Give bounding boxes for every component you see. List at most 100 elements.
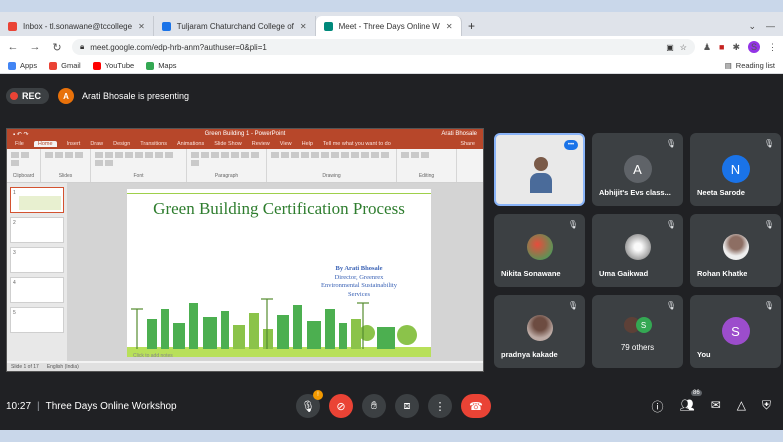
profile-avatar[interactable]: S [748,41,760,53]
star-icon[interactable]: ☆ [680,43,687,52]
participant-tile[interactable]: 🎙︎ pradnya kakade [494,295,585,368]
participant-name: You [697,350,711,359]
present-icon: ⧈ [403,399,411,412]
tab-inbox[interactable]: Inbox - tl.sonawane@tccollege ✕ [0,16,154,36]
slide-thumbnail[interactable]: 2 [10,217,64,243]
avatar: N [721,155,750,183]
bookmark-apps[interactable]: Apps [8,61,37,70]
more-options-button[interactable]: ⋮ [428,394,452,418]
shared-screen: ▪ ↶ ↷ Green Building 1 - PowerPoint Arat… [6,128,484,372]
avatar: A [623,155,652,183]
slide-thumbnail[interactable]: 3 [10,247,64,273]
window-controls: ⌄ — [748,16,783,36]
participant-tile-presenter-video[interactable]: ••• [494,133,585,206]
meeting-time: 10:27 [6,401,32,412]
bookmark-maps[interactable]: Maps [146,61,177,70]
tab-label: Meet - Three Days Online W [338,21,440,31]
gmail-icon [8,21,17,31]
menu-icon[interactable]: ⋮ [768,42,777,53]
participant-name: Uma Gaikwad [599,269,649,278]
participant-name: pradnya kakade [501,350,558,359]
warning-badge: ! [313,390,323,400]
address-bar[interactable]: 🔒︎ meet.google.com/edp-hrb-anm?authuser=… [72,39,695,55]
presenter-video [530,157,552,197]
navigation-bar: ← → ↻ 🔒︎ meet.google.com/edp-hrb-anm?aut… [0,36,783,58]
slide-thumbnails: 1 2 3 4 5 [7,183,67,361]
participant-name: Nikita Sonawane [501,269,561,278]
mic-button[interactable]: 🎙︎ ! [296,390,323,418]
profile-photo [722,234,749,260]
extension-icon[interactable]: ♟ [703,42,711,53]
host-controls-icon[interactable]: ⛨ [762,398,771,415]
participant-tile[interactable]: 🎙︎ Uma Gaikwad [592,214,683,287]
participant-tile[interactable]: 🎙︎ A Abhijit's Evs class... [592,133,683,206]
ppt-ribbon-tabs: File Home Insert Draw Design Transitions… [7,139,483,149]
others-count: 79 others [620,343,655,352]
raise-hand-button[interactable]: ✋︎ [362,394,386,418]
tab-meet[interactable]: Meet - Three Days Online W ✕ [315,16,462,36]
tab-label: Tuljaram Chaturchand College of [176,21,294,31]
info-icon[interactable]: ⓘ [651,398,663,415]
tab-college[interactable]: Tuljaram Chaturchand College of ✕ [154,16,316,36]
leave-call-button[interactable]: ☎︎ [461,394,491,418]
mic-off-icon: 🎙︎ [665,220,676,229]
back-icon[interactable]: ← [6,41,20,53]
close-icon[interactable]: ✕ [300,22,307,31]
more-options-icon[interactable]: ••• [564,140,578,150]
slide-thumbnail[interactable]: 5 [10,307,64,333]
notes-pane[interactable]: Click to add notes [127,353,543,361]
people-icon[interactable]: 👥︎ 86 [679,390,702,415]
participant-tile-self[interactable]: 🎙︎ S You [690,295,781,368]
bookmark-youtube[interactable]: YouTube [92,61,134,70]
present-button[interactable]: ⧈ [395,394,419,418]
meet-area: REC A Arati Bhosale is presenting ▪ ↶ ↷ … [0,74,783,430]
participant-tile[interactable]: 🎙︎ Nikita Sonawane [494,214,585,287]
bookmark-gmail[interactable]: Gmail [49,61,81,70]
mic-off-icon: 🎙︎ [763,139,774,148]
extension-icon[interactable]: ■ [719,42,724,52]
mic-off-icon: 🎙︎ [665,139,676,148]
meeting-details: 10:27 | Three Days Online Workshop [6,401,177,412]
tab-label: Inbox - tl.sonawane@tccollege [23,21,133,31]
close-icon[interactable]: ✕ [446,22,453,31]
participant-tile[interactable]: 🎙︎ N Neeta Sarode [690,133,781,206]
ppt-body: 1 2 3 4 5 Green Building Certification P… [7,183,483,361]
recording-indicator[interactable]: REC [6,88,50,104]
tab-search-icon[interactable]: ⌄ [748,21,756,32]
bookmarks-bar: Apps Gmail YouTube Maps ▤ Reading list [0,58,783,74]
people-count: 86 [691,390,702,396]
record-dot-icon [10,92,18,100]
camera-button[interactable]: ⊘ [329,394,353,418]
participant-name: Abhijit's Evs class... [599,188,671,197]
presenting-text: Arati Bhosale is presenting [82,91,190,101]
camera-icon[interactable]: ▣ [666,43,674,52]
mic-off-icon: 🎙︎ [665,301,676,310]
minimize-icon[interactable]: — [766,21,775,31]
ppt-status-bar: Slide 1 of 17 English (India) [7,363,483,371]
extensions-puzzle-icon[interactable]: ✱ [732,42,740,53]
participant-tile[interactable]: 🎙︎ Rohan Khatke [690,214,781,287]
new-tab-button[interactable]: + [462,16,482,36]
extensions: ♟ ■ ✱ S ⋮ [703,41,777,53]
slide-thumbnail[interactable]: 4 [10,277,64,303]
meeting-title: Three Days Online Workshop [45,401,177,412]
avatar: S [721,317,750,345]
close-icon[interactable]: ✕ [138,22,145,31]
profile-photo [624,234,651,260]
ribbon-group: Paragraph [187,149,267,182]
ribbon-group: Slides [41,149,91,182]
activities-icon[interactable]: △ [737,398,746,415]
chat-icon[interactable]: ✉︎ [711,398,721,415]
slide-thumbnail[interactable]: 1 [10,187,64,213]
forward-icon[interactable]: → [28,41,42,53]
maps-icon [146,61,155,70]
slide-band [127,193,431,194]
mic-off-icon: 🎙︎ [763,301,774,310]
participant-tile-others[interactable]: 🎙︎ S 79 others [592,295,683,368]
ppt-ribbon: Clipboard Slides Font Paragraph Drawing … [7,149,483,183]
hand-icon: ✋︎ [370,399,378,412]
reload-icon[interactable]: ↻ [50,41,64,54]
hang-up-icon: ☎︎ [469,400,483,413]
reading-list-button[interactable]: ▤ Reading list [725,61,775,70]
os-taskbar [0,430,783,442]
